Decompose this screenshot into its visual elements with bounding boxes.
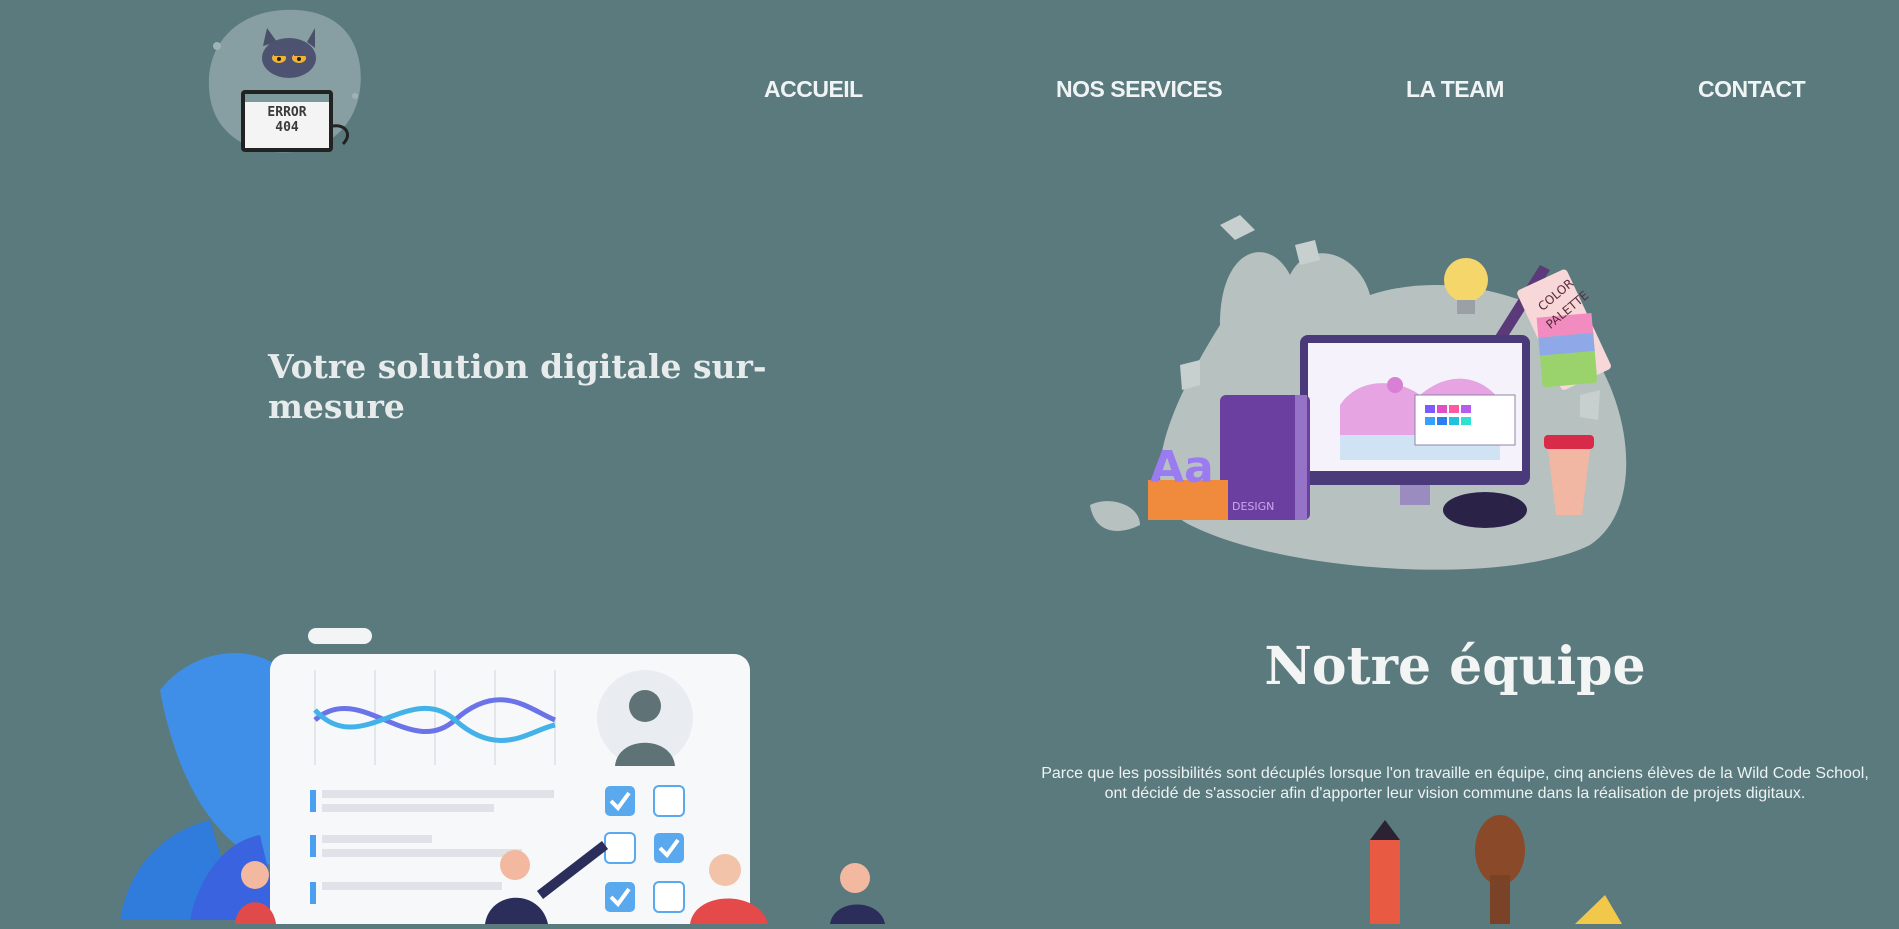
hero-title: Votre solution digitale sur-mesure — [268, 347, 767, 426]
main-nav: ACCUEIL NOS SERVICES LA TEAM CONTACT — [0, 76, 1899, 116]
nav-link-nos-services[interactable]: NOS SERVICES — [1056, 76, 1223, 103]
book-label: DESIGN — [1232, 500, 1274, 513]
team-title: Notre équipe — [1264, 636, 1646, 697]
team-dashboard-illustration-icon — [120, 628, 885, 929]
art-tools-illustration-icon — [1370, 815, 1622, 924]
nav-link-contact[interactable]: CONTACT — [1698, 76, 1806, 103]
nav-link-la-team[interactable]: LA TEAM — [1406, 76, 1504, 103]
team-description: Parce que les possibilités sont décuplés… — [1041, 765, 1869, 802]
design-workspace-illustration-icon: COLOR PALETTE DESIGN Aa — [1090, 215, 1627, 570]
letters-aa: Aa — [1150, 442, 1214, 493]
art-tools-illustration — [1340, 815, 1640, 924]
hero-illustration: COLOR PALETTE DESIGN Aa — [1070, 205, 1650, 575]
logo-text-line2: 404 — [275, 120, 299, 135]
nav-link-accueil[interactable]: ACCUEIL — [764, 76, 863, 103]
team-illustration — [120, 620, 920, 929]
